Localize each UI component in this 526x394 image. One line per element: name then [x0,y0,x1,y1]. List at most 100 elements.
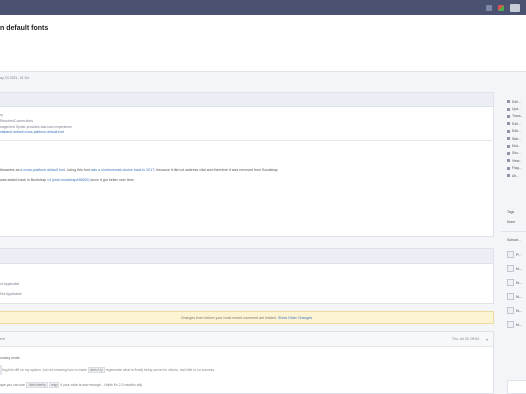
task-details-panel: ry ResolvedConnections eagerized Spider-… [0,92,494,237]
action-edit-task[interactable]: Edit... [507,98,523,105]
comment-body: ape you can use ./bin/celerity map if yo… [0,382,143,388]
upload-icon [507,107,510,111]
action-label: Upd... [512,107,522,112]
subscriber-name: N... [516,307,523,313]
apps-icon[interactable] [498,5,504,11]
action-list: Edit... Upd... Trans... Edit... Edit... … [507,98,523,179]
link-icon [507,122,510,126]
description-link[interactable]: a cross-platform default font [20,168,65,172]
page-header [0,15,526,72]
avatar [507,278,514,286]
action-mute[interactable]: Mut... [507,142,523,149]
subscriber-item[interactable]: N... [507,261,522,275]
chevron-down-icon[interactable]: ▾ [486,337,488,342]
avatar [507,250,514,258]
subscriber-item[interactable]: N... [507,275,522,289]
eye-icon [507,137,510,141]
avatar [507,306,514,314]
action-label: Trans... [512,114,524,119]
quote-attribution: rodaxy wrote: [0,356,21,360]
panel-header [0,249,493,264]
comment-header: ent Thu, Jul 29, 09:54 ▾ [0,332,493,347]
action-label: Edit... [512,121,521,126]
panel-header [0,93,493,107]
plus-icon [507,159,510,163]
arrows-icon [507,114,510,118]
subscriber-name: P... [516,251,522,257]
action-view[interactable]: View... [507,157,523,164]
comment-author[interactable]: ent [0,337,5,341]
action-label: Mut... [512,144,521,149]
properties-panel: ot Applicable Not Applicable [0,248,494,304]
property-value: Not Applicable [0,292,22,296]
action-label: Edit... [512,129,521,134]
comment-date[interactable]: Thu, Jul 29, 09:54 [452,337,479,341]
action-label: Sho... [512,151,521,156]
action-label: Edit... [512,99,521,104]
action-edit-related[interactable]: Edit... [507,120,523,127]
tree-icon [507,129,510,133]
description-text: , because it did not address vital and t… [154,168,278,172]
sidebar-box [507,380,526,394]
topbar-icons [486,4,520,12]
comment: ent Thu, Jul 29, 09:54 ▾ rodaxy wrote: t… [0,331,494,394]
gear-icon [507,174,510,178]
description-text: ttmawers as [0,168,21,172]
action-label: View... [512,158,522,163]
inline-code: ./bin/celerity [25,382,48,388]
subscriber-item[interactable]: N... [507,303,522,317]
action-label: Alt... [512,173,519,178]
subscriber-name: N... [516,265,523,271]
action-watch[interactable]: Wat... [507,135,523,142]
subscribers-list: P... N... N... N... N... N... [507,247,522,331]
tags-label: Tags [507,210,515,214]
tags-value: None [507,220,516,224]
description-text: since it got better over time. [89,178,135,182]
quote-text: regenerate what is finally being served … [104,368,215,372]
quote-text: ting this diff on my system, but not kno… [2,368,88,372]
action-alt[interactable]: Alt... [507,172,523,179]
comment-text: ape you can use [0,383,26,387]
action-transfer[interactable]: Trans... [507,113,523,120]
action-label: Flag... [512,166,522,171]
action-update[interactable]: Upd... [507,105,523,112]
inline-code: detect-fy [87,367,105,373]
action-show[interactable]: Sho... [507,150,523,157]
inline-code: map [48,382,60,388]
description-link[interactable]: v4 (redo bootstrap#38900) [47,178,89,182]
notifications-icon[interactable] [486,5,492,11]
created-date: ay 23 2021, 01:04 [0,76,29,80]
subscriber-item[interactable]: N... [507,289,522,303]
actions-sidebar: Edit... Upd... Trans... Edit... Edit... … [501,92,526,394]
comment-text: if your code is new enough - I think it'… [59,383,143,387]
divider [0,140,494,141]
task-description: ttmawers as a cross-platform default fon… [0,165,278,185]
page-title: n default fonts [0,25,49,32]
list-icon [507,151,510,155]
top-navigation-bar [0,0,526,15]
action-label: Wat... [512,136,521,141]
meta-link[interactable]: stabasic default cross-platform-default-… [0,130,72,136]
task-metadata: ry ResolvedConnections eagerized Spider-… [0,113,72,136]
description-text: . Using this font [64,168,91,172]
divider [501,231,526,232]
subscriber-name: N... [516,279,523,285]
notice-text: Changes from before your most recent com… [180,316,279,320]
avatar [507,292,514,300]
subscribers-label: Subscri... [507,238,522,242]
flag-icon [507,166,510,170]
show-older-changes-link[interactable]: Show Older Changes [278,316,312,320]
property-value: ot Applicable [0,282,20,286]
subscriber-item[interactable]: P... [507,247,522,261]
action-flag[interactable]: Flag... [507,165,523,172]
subscriber-item[interactable]: N... [507,317,522,331]
mute-icon [507,144,510,148]
avatar [507,264,514,272]
hidden-changes-notice: Changes from before your most recent com… [0,311,494,324]
properties-values: ot Applicable Not Applicable [0,279,22,299]
action-edit-parent[interactable]: Edit... [507,128,523,135]
description-link[interactable]: was a controversial choice back in 2017 [91,168,155,172]
quoted-text: ting this diff on my system, but not kno… [0,365,488,375]
user-avatar[interactable] [510,4,520,12]
description-text: was added back in Bootstrap [0,178,48,182]
